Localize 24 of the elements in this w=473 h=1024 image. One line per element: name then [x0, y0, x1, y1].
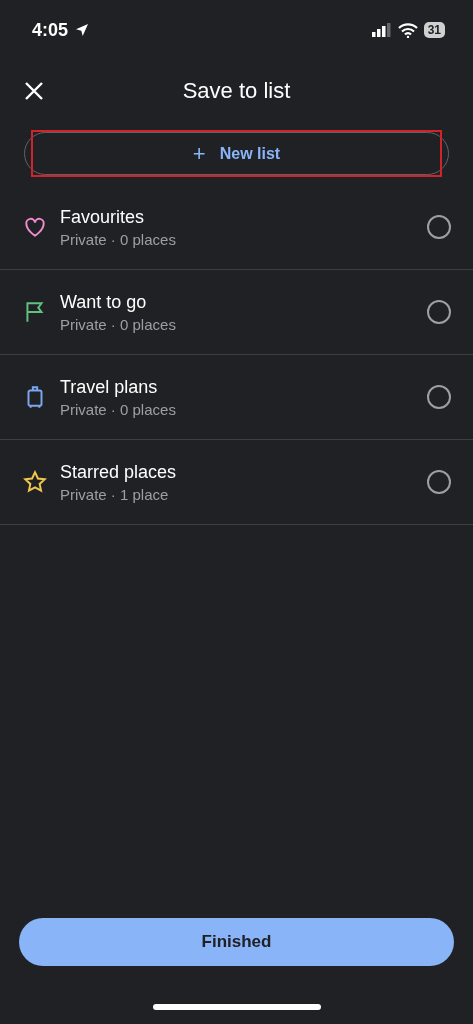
list-detail: Private · 0 places	[60, 230, 177, 248]
signal-icon	[371, 23, 392, 37]
list-row[interactable]: Starred places Private · 1 place	[0, 440, 473, 525]
list-name: Travel plans	[60, 376, 159, 398]
radio-button[interactable]	[427, 215, 451, 239]
list-detail: Private · 1 place	[60, 485, 170, 503]
radio-button[interactable]	[427, 470, 451, 494]
location-arrow-icon	[74, 22, 91, 38]
wifi-icon	[397, 22, 418, 38]
battery-level: 31	[423, 22, 445, 38]
screen-title: Save to list	[182, 78, 291, 104]
list-detail: Private · 0 places	[60, 315, 177, 333]
list-name: Want to go	[60, 291, 148, 313]
radio-button[interactable]	[427, 300, 451, 324]
list-row[interactable]: Favourites Private · 0 places	[0, 185, 473, 270]
list-row[interactable]: Want to go Private · 0 places	[0, 270, 473, 355]
finished-button[interactable]: Finished	[19, 918, 454, 966]
list-name: Favourites	[60, 206, 146, 228]
star-icon	[22, 469, 48, 495]
status-time: 4:05	[32, 19, 69, 41]
list-detail: Private · 0 places	[60, 400, 177, 418]
radio-button[interactable]	[427, 385, 451, 409]
list-name: Starred places	[60, 461, 178, 483]
list-row[interactable]: Travel plans Private · 0 places	[0, 355, 473, 440]
